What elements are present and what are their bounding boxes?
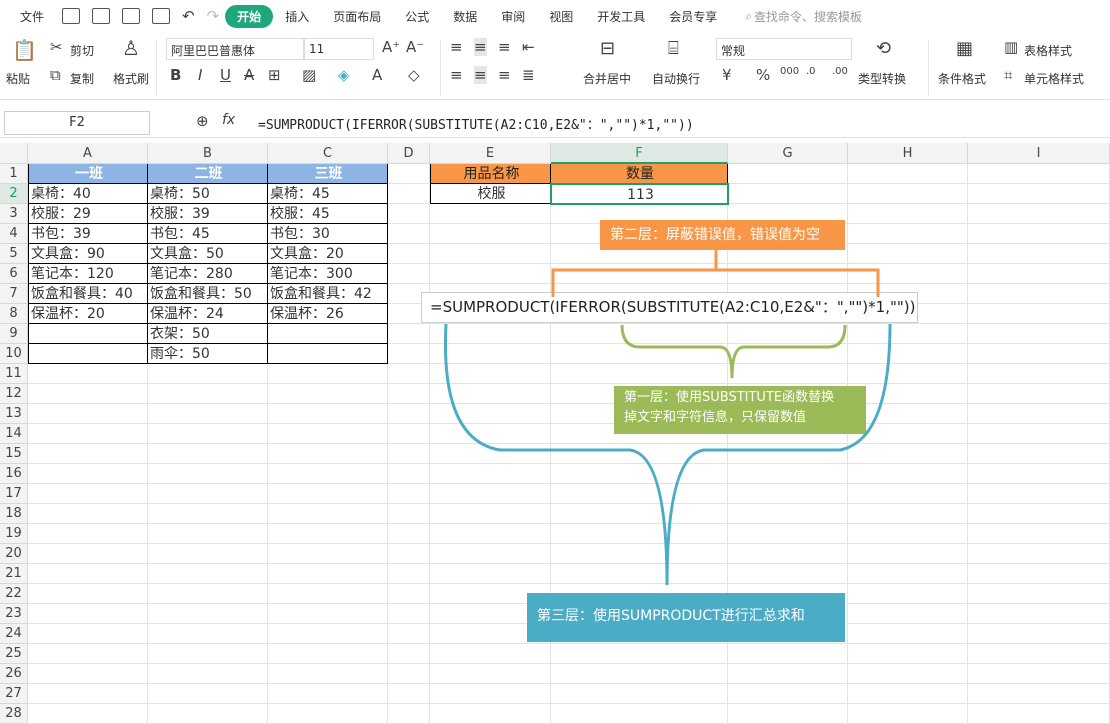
annotation-brackets [443,250,892,586]
blue-brace [443,323,892,586]
green-brace [620,324,847,379]
orange-bracket [551,250,880,297]
